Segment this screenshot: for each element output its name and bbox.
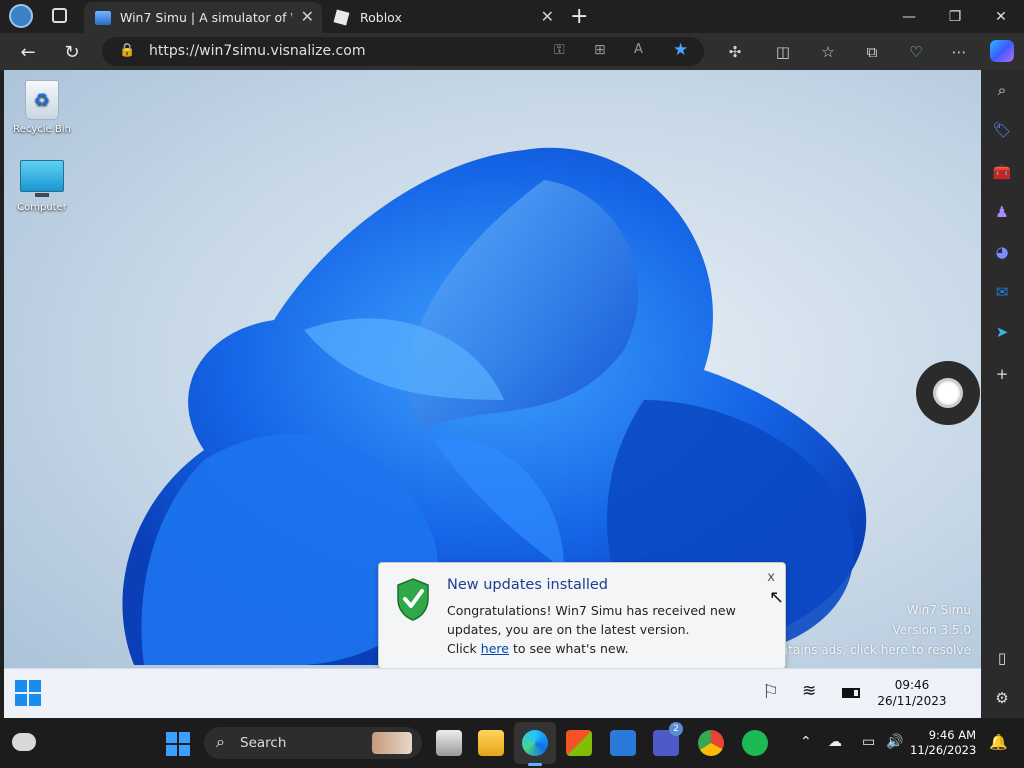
key-icon[interactable]: ⚿ bbox=[554, 42, 565, 58]
edge-icon[interactable] bbox=[522, 730, 548, 756]
notification-click-suffix: to see what's new. bbox=[512, 641, 629, 656]
onedrive-icon[interactable]: ☁ bbox=[828, 734, 842, 750]
favicon-icon bbox=[95, 10, 111, 25]
restore-icon[interactable]: ❐ bbox=[932, 0, 978, 33]
tab-title: Win7 Simu | A simulator of Wind bbox=[120, 10, 292, 25]
teams-icon[interactable]: 2 bbox=[653, 722, 683, 756]
notification-text: Congratulations! Win7 Simu has received … bbox=[447, 603, 736, 637]
tab-win7simu[interactable]: Win7 Simu | A simulator of Wind ✕ bbox=[84, 2, 322, 33]
sim-clock[interactable]: 09:46 26/11/2023 bbox=[866, 677, 958, 709]
search-highlight-icon bbox=[372, 732, 412, 754]
taskbar-search[interactable]: ⌕ Search bbox=[204, 727, 422, 759]
taskbar-clock[interactable]: 9:46 AM 11/26/2023 bbox=[910, 728, 976, 758]
watermark-app-name: Win7 Simu bbox=[906, 603, 971, 617]
floating-action-button[interactable] bbox=[916, 361, 980, 425]
address-toolbar: ← ↻ 🔒 https://win7simu.visnalize.com ⚿ ⊞… bbox=[0, 33, 1024, 70]
desktop-icon-label: Computer bbox=[17, 202, 67, 213]
teams-badge: 2 bbox=[669, 722, 683, 736]
computer-icon bbox=[20, 160, 64, 198]
more-icon[interactable]: ⋯ bbox=[948, 41, 970, 63]
profile-avatar[interactable] bbox=[9, 4, 33, 28]
shopping-tag-icon[interactable]: 🏷 bbox=[990, 118, 1014, 142]
address-bar[interactable]: 🔒 https://win7simu.visnalize.com ⚿ ⊞ A ★ bbox=[102, 37, 704, 66]
tab-title: Roblox bbox=[360, 10, 402, 25]
battery-icon[interactable] bbox=[842, 688, 860, 698]
copilot-sidebar-icon[interactable]: ◕ bbox=[990, 240, 1014, 264]
outlook-icon[interactable]: ✉ bbox=[990, 280, 1014, 304]
whats-new-link[interactable]: here bbox=[481, 641, 509, 656]
widgets-weather-icon[interactable] bbox=[12, 733, 36, 751]
search-icon: ⌕ bbox=[216, 732, 225, 751]
edge-running-indicator bbox=[528, 763, 542, 766]
apps-icon[interactable]: ⊞ bbox=[594, 42, 606, 58]
new-tab-icon[interactable]: + bbox=[570, 4, 588, 29]
sim-start-button[interactable] bbox=[15, 680, 41, 706]
tools-icon[interactable]: 🧰 bbox=[990, 160, 1014, 184]
taskbar-time: 9:46 AM bbox=[928, 728, 976, 742]
health-icon[interactable]: ♡ bbox=[905, 41, 927, 63]
extensions-icon[interactable]: ✣ bbox=[724, 41, 746, 63]
shield-check-icon bbox=[397, 578, 429, 621]
task-view-icon[interactable] bbox=[436, 730, 462, 756]
close-tab-icon[interactable]: ✕ bbox=[301, 7, 314, 26]
refresh-icon[interactable]: ↻ bbox=[57, 37, 87, 67]
wifi-icon[interactable]: ≋ bbox=[802, 681, 816, 701]
notification-body: Congratulations! Win7 Simu has received … bbox=[447, 601, 757, 658]
lock-icon[interactable]: 🔒 bbox=[119, 43, 135, 58]
notification-close-button[interactable]: x bbox=[767, 570, 775, 585]
desktop-icon-recycle-bin[interactable]: ♻ Recycle Bin bbox=[4, 80, 80, 135]
add-icon[interactable]: + bbox=[990, 362, 1014, 386]
win7simu-desktop[interactable]: ♻ Recycle Bin Computer Win7 Simu Version… bbox=[4, 70, 981, 718]
display-icon[interactable]: ▭ bbox=[862, 734, 875, 750]
minimize-icon[interactable]: — bbox=[886, 0, 932, 33]
desktop-icon-computer[interactable]: Computer bbox=[4, 160, 80, 213]
send-icon[interactable]: ➤ bbox=[990, 320, 1014, 344]
search-icon[interactable]: ⌕ bbox=[990, 78, 1014, 102]
notification-click-prefix: Click bbox=[447, 641, 477, 656]
sim-taskbar: ⚐ ≋ 09:46 26/11/2023 bbox=[4, 668, 981, 718]
collections-icon[interactable]: ⧉ bbox=[861, 41, 883, 63]
start-button[interactable] bbox=[166, 732, 190, 756]
recycle-bin-icon: ♻ bbox=[25, 80, 59, 120]
favorite-star-icon[interactable]: ★ bbox=[673, 40, 688, 60]
windows-taskbar: ⌕ Search 2 ⌃ ☁ ▭ 🔊 9:46 AM 11/26/2023 🔔 bbox=[0, 718, 1024, 768]
desktop-icon-label: Recycle Bin bbox=[13, 124, 71, 135]
file-explorer-icon[interactable] bbox=[478, 730, 504, 756]
url-text: https://win7simu.visnalize.com bbox=[149, 43, 366, 59]
action-center-flag-icon[interactable]: ⚐ bbox=[762, 681, 779, 703]
browser-tab-bar: Win7 Simu | A simulator of Wind ✕ Roblox… bbox=[0, 0, 1024, 33]
record-icon bbox=[933, 378, 963, 408]
games-icon[interactable]: ♟ bbox=[990, 200, 1014, 224]
show-hidden-icons-chevron[interactable]: ⌃ bbox=[800, 734, 812, 750]
mouse-cursor-icon: ↖ bbox=[769, 587, 785, 608]
watermark-version: Version 3.5.0 bbox=[892, 623, 971, 637]
copilot-icon[interactable] bbox=[990, 40, 1014, 62]
roblox-favicon-icon bbox=[333, 9, 350, 26]
watermark-ads-notice[interactable]: ntains ads, click here to resolve bbox=[781, 640, 971, 660]
tab-actions-icon[interactable] bbox=[52, 8, 67, 23]
read-aloud-icon[interactable]: A bbox=[634, 42, 643, 57]
notification-title: New updates installed bbox=[447, 577, 609, 593]
mail-icon[interactable] bbox=[610, 730, 636, 756]
edge-sidebar: ⌕ 🏷 🧰 ♟ ◕ ✉ ➤ + ▯ ⚙ bbox=[981, 70, 1024, 718]
sim-time: 09:46 bbox=[894, 678, 930, 692]
close-window-icon[interactable]: ✕ bbox=[978, 0, 1024, 33]
update-notification[interactable]: New updates installed Congratulations! W… bbox=[378, 562, 786, 669]
settings-icon[interactable]: ⚙ bbox=[990, 686, 1014, 710]
spotify-icon[interactable] bbox=[742, 730, 768, 756]
notifications-bell-icon[interactable]: 🔔 bbox=[989, 733, 1008, 751]
tab-roblox[interactable]: Roblox ✕ bbox=[324, 2, 562, 33]
back-icon[interactable]: ← bbox=[13, 37, 43, 67]
version-watermark[interactable]: Win7 Simu Version 3.5.0 ntains ads, clic… bbox=[781, 600, 971, 660]
close-tab-icon[interactable]: ✕ bbox=[541, 7, 554, 26]
split-screen-icon[interactable]: ◫ bbox=[772, 41, 794, 63]
volume-icon[interactable]: 🔊 bbox=[886, 734, 903, 750]
chrome-icon[interactable] bbox=[698, 730, 724, 756]
favorites-icon[interactable]: ☆ bbox=[817, 41, 839, 63]
microsoft-store-icon[interactable] bbox=[566, 730, 592, 756]
sim-date: 26/11/2023 bbox=[877, 694, 947, 708]
search-label: Search bbox=[240, 735, 287, 751]
taskbar-date: 11/26/2023 bbox=[910, 743, 977, 757]
sidebar-panel-icon[interactable]: ▯ bbox=[990, 646, 1014, 670]
